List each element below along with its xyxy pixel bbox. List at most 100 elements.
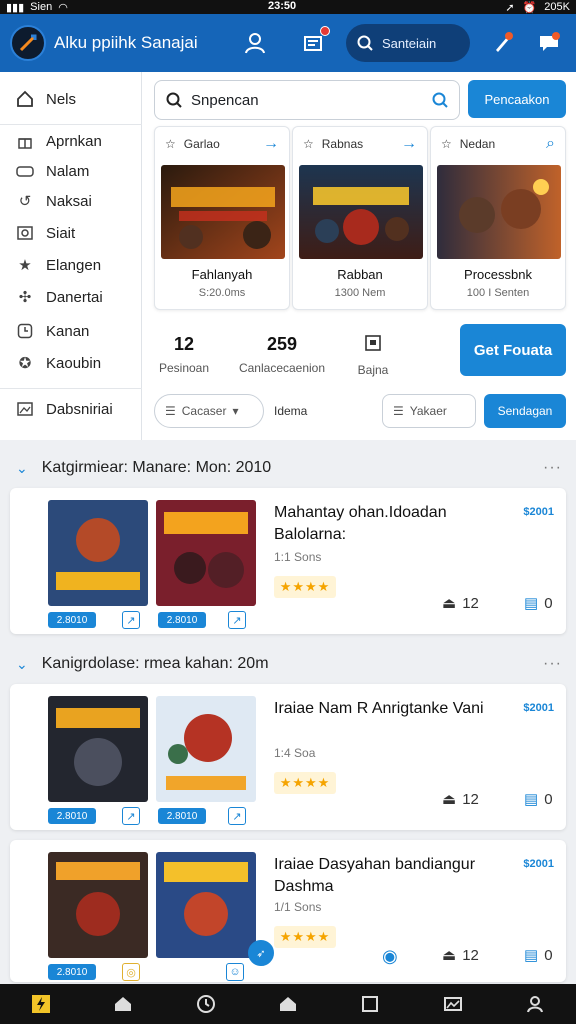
battery-label: 205K [544, 1, 570, 13]
star-outline-icon: ☆ [441, 137, 452, 151]
game-thumbnail [156, 852, 256, 958]
rocket-icon[interactable] [488, 28, 518, 58]
get-button[interactable]: Get Fouata [460, 324, 566, 376]
runner-icon[interactable]: ➶ [248, 940, 274, 966]
sidebar-item-label: Siait [46, 224, 76, 242]
stat-value: 12 [173, 334, 195, 354]
lightning-icon[interactable] [21, 988, 61, 1020]
sidebar-item-danertai[interactable]: ✣ Danertai [0, 282, 142, 312]
bookmark-icon: ▤ [524, 947, 539, 964]
home-alt-icon[interactable] [268, 988, 308, 1020]
image-icon [16, 400, 34, 418]
save-count[interactable]: ▤ 0 [524, 790, 553, 809]
featured-card[interactable]: ☆ Garlao → Fahlanyah S:20.0ms [154, 126, 290, 310]
controller-icon [16, 162, 34, 180]
profile-icon[interactable] [240, 28, 270, 58]
chat-icon[interactable] [534, 28, 564, 58]
share-icon[interactable]: ↗ [122, 611, 140, 629]
save-count[interactable]: ▤ 0 [524, 946, 553, 965]
sidebar-item-label: Kanan [46, 322, 90, 340]
share-icon[interactable]: ↗ [122, 807, 140, 825]
sidebar-item-aprnkan[interactable]: Aprnkan [0, 126, 142, 156]
account-icon[interactable] [515, 988, 555, 1020]
arrow-right-icon[interactable]: → [263, 135, 279, 153]
news-icon[interactable] [298, 26, 330, 58]
nav-icon: ➚ [505, 1, 515, 14]
sidebar-item-naksai[interactable]: ↺ Naksai [0, 186, 142, 216]
filter-label[interactable]: Idema [274, 394, 307, 428]
header-search[interactable]: Santeiain [346, 24, 470, 62]
entry-meta: 1/1 Sons [274, 900, 322, 914]
list-item[interactable]: 2.8010 ◎ ☺ ➶ Iraiae Dasyahan bandiangur … [10, 840, 566, 982]
price-tag: 2.8010 [48, 964, 96, 980]
sidebar-item-dabsniriai[interactable]: Dabsniriai [0, 394, 142, 424]
sidebar-item-nalam[interactable]: Nalam [0, 156, 142, 186]
coin-icon[interactable]: ◎ [122, 963, 140, 981]
card-head-label: Garlao [183, 137, 220, 151]
section-title: Katgirmiear: Manare: Mon: 2010 [41, 459, 272, 476]
search-button[interactable]: Pencaakon [468, 80, 566, 118]
app-logo[interactable] [10, 25, 46, 61]
game-sub: S:20.0ms [198, 287, 246, 299]
sidebar-item-label: Nels [46, 90, 77, 108]
stat-label: Canlacecaenion [238, 361, 326, 375]
clock-icon[interactable] [186, 988, 226, 1020]
stat-block: 12 Pesinoan [158, 334, 210, 375]
stat-block[interactable]: Bajna [350, 334, 396, 377]
download-count[interactable]: ⏏ 12 [442, 594, 479, 613]
game-thumbnail [299, 165, 423, 259]
sidebar-item-kanan[interactable]: Kanan [0, 316, 142, 346]
more-icon[interactable]: ··· [543, 459, 562, 477]
share-icon[interactable]: ↗ [228, 807, 246, 825]
search-input[interactable]: Snpencan [154, 80, 460, 120]
count-value: 0 [544, 594, 553, 612]
sidebar-item-label: Dabsniriai [46, 400, 113, 418]
sidebar-item-label: Danertai [46, 288, 103, 306]
rating-stars: ★★★★ [274, 772, 336, 794]
section-header[interactable]: ⌄ Kanigrdolase: rmea kahan: 20m ··· [0, 646, 576, 682]
view-select[interactable]: ☰ Yakaer [382, 394, 476, 428]
sort-select[interactable]: ☰ Cacaser ▾ [154, 394, 264, 428]
featured-card[interactable]: ☆ Rabnas → Rabban 1300 Nem [292, 126, 428, 310]
square-icon[interactable] [350, 988, 390, 1020]
gift-icon [16, 132, 34, 150]
featured-card[interactable]: ☆ Nedan ⌕ Processbnk 100 I Senten [430, 126, 566, 310]
game-thumbnail [437, 165, 561, 259]
user-icon[interactable]: ☺ [226, 963, 244, 981]
price-tag: 2.8010 [48, 612, 96, 628]
sidebar-item-kaoubin[interactable]: ✪ Kaoubin [0, 348, 142, 378]
sidebar-item-elangen[interactable]: ★ Elangen [0, 250, 142, 280]
sidebar-item-siait[interactable]: Siait [0, 218, 142, 248]
rating-stars: ★★★★ [274, 926, 336, 948]
list-item[interactable]: 2.8010 ↗ 2.8010 ↗ Iraiae Nam R Anrigtank… [10, 684, 566, 830]
download-count[interactable]: ⏏ 12 [442, 946, 479, 965]
star-outline-icon: ☆ [303, 137, 314, 151]
puzzle-icon: ✣ [18, 289, 32, 306]
sidebar-item-label: Elangen [46, 256, 102, 274]
filter-apply-button[interactable]: Sendagan [484, 394, 566, 428]
radio-indicator[interactable]: ◉ [382, 946, 398, 967]
sidebar-divider [0, 124, 142, 125]
entry-title: Mahantay ohan.Idoadan Balolarna: [274, 504, 447, 543]
sidebar: Nels Aprnkan Nalam ↺ Naksai Siait ★ Elan… [0, 72, 142, 440]
search-icon[interactable]: ⌕ [546, 135, 555, 153]
sidebar-item-nels[interactable]: Nels [0, 84, 142, 114]
entry-price: $2001 [523, 506, 554, 518]
more-icon[interactable]: ··· [543, 655, 562, 673]
download-count[interactable]: ⏏ 12 [442, 790, 479, 809]
game-thumbnail [48, 500, 148, 606]
game-thumbnail [48, 852, 148, 958]
list-item[interactable]: 2.8010 ↗ 2.8010 ↗ Mahantay ohan.Idoadan … [10, 488, 566, 634]
price-tag: 2.8010 [158, 612, 206, 628]
entry-price: $2001 [523, 702, 554, 714]
chevron-down-icon: ▾ [232, 404, 239, 418]
save-count[interactable]: ▤ 0 [524, 594, 553, 613]
share-icon[interactable]: ↗ [228, 611, 246, 629]
star-icon: ★ [18, 257, 32, 274]
app-header: Alku ppiihk Sanajai Santeiain [0, 14, 576, 72]
arrow-right-icon[interactable]: → [401, 135, 417, 153]
gallery-icon[interactable] [433, 988, 473, 1020]
download-icon: ⏏ [442, 595, 457, 612]
section-header[interactable]: ⌄ Katgirmiear: Manare: Mon: 2010 ··· [0, 450, 576, 486]
home-icon[interactable] [103, 988, 143, 1020]
